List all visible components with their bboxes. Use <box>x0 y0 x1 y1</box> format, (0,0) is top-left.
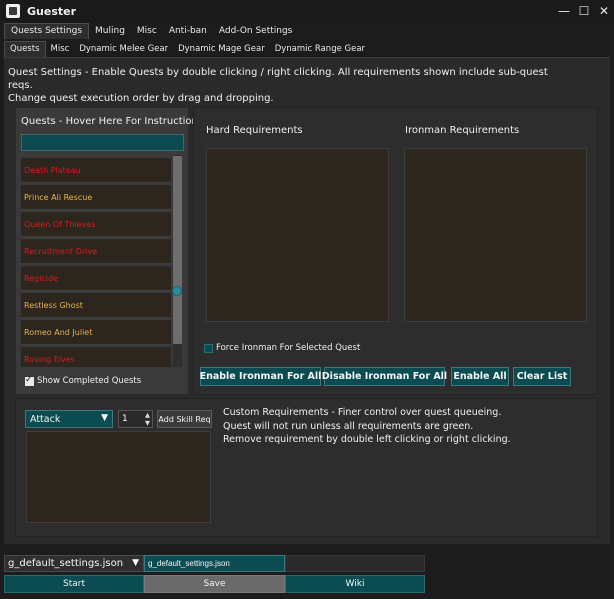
quest-name: Romeo And Juliet <box>24 327 93 337</box>
level-stepper[interactable]: 1 ▲ ▼ <box>118 410 153 428</box>
subtab-misc[interactable]: Misc <box>46 42 75 57</box>
level-value: 1 <box>122 414 128 424</box>
start-button[interactable]: Start <box>4 575 144 593</box>
scrollbar-handle-icon[interactable] <box>172 286 182 296</box>
settings-file-value: g_default_settings.json <box>8 558 124 569</box>
settings-spacer <box>285 555 425 572</box>
quest-item-prince-ali-rescue[interactable]: Prince Ali Rescue <box>21 185 171 210</box>
subtab-dynamic-mage-gear[interactable]: Dynamic Mage Gear <box>173 42 270 57</box>
tab-anti-ban[interactable]: Anti-ban <box>163 24 213 39</box>
save-button[interactable]: Save <box>144 575 285 593</box>
hard-requirements-list[interactable] <box>206 148 389 322</box>
wiki-button[interactable]: Wiki <box>285 575 425 593</box>
custom-requirements-description: Custom Requirements - Finer control over… <box>223 407 511 445</box>
tab-muling[interactable]: Muling <box>89 24 131 39</box>
stepper-arrows-icon[interactable]: ▲ ▼ <box>145 411 150 427</box>
quest-name: Recruitment Drive <box>24 246 98 256</box>
force-ironman-label: Force Ironman For Selected Quest <box>216 343 361 353</box>
quest-name: Roving Elves <box>24 354 75 364</box>
minimize-icon[interactable]: — <box>554 0 574 22</box>
tab-add-on-settings[interactable]: Add-On Settings <box>213 24 299 39</box>
disable-ironman-button[interactable]: Disable Ironman For All <box>322 367 447 386</box>
settings-file-dropdown[interactable]: g_default_settings.json ▼ <box>4 555 144 572</box>
subtab-dynamic-melee-gear[interactable]: Dynamic Melee Gear <box>74 42 173 57</box>
main-tab-bar: Quests Settings Muling Misc Anti-ban Add… <box>4 22 298 39</box>
subtab-dynamic-range-gear[interactable]: Dynamic Range Gear <box>270 42 370 57</box>
add-skill-req-button[interactable]: Add Skill Req <box>157 410 212 428</box>
ironman-requirements-label: Ironman Requirements <box>405 125 520 136</box>
quest-item-queen-of-thieves[interactable]: Queen Of Thieves <box>21 212 171 237</box>
ironman-requirements-list[interactable] <box>404 148 587 322</box>
force-ironman-toggle[interactable]: Force Ironman For Selected Quest <box>204 343 360 353</box>
tab-quests-settings[interactable]: Quests Settings <box>4 23 90 39</box>
skill-dropdown[interactable]: Attack ▼ <box>25 410 113 428</box>
subtab-quests[interactable]: Quests <box>4 41 46 57</box>
custom-requirements-list[interactable] <box>26 431 211 523</box>
show-completed-toggle[interactable]: Show Completed Quests <box>25 375 142 386</box>
quest-item-roving-elves[interactable]: Roving Elves <box>21 347 171 367</box>
quest-settings-description: Quest Settings - Enable Quests by double… <box>8 67 548 104</box>
quest-name: Prince Ali Rescue <box>24 192 93 202</box>
maximize-icon[interactable]: ☐ <box>574 0 594 22</box>
show-completed-label: Show Completed Quests <box>37 376 142 386</box>
chevron-down-icon: ▼ <box>101 413 108 423</box>
show-completed-checkbox[interactable] <box>25 375 34 386</box>
quest-item-regicide[interactable]: Regicide <box>21 266 171 291</box>
close-icon[interactable]: ✕ <box>594 0 614 22</box>
app-icon <box>6 4 20 18</box>
enable-all-button[interactable]: Enable All <box>451 367 509 386</box>
sub-tab-bar: Quests Misc Dynamic Melee Gear Dynamic M… <box>4 40 370 57</box>
quest-list[interactable]: Death Plateau Prince Ali Rescue Queen Of… <box>21 155 171 367</box>
title-bar: Guester — ☐ ✕ <box>0 0 614 22</box>
window-title: Guester <box>27 4 77 18</box>
quest-item-death-plateau[interactable]: Death Plateau <box>21 158 171 183</box>
clear-list-button[interactable]: Clear List <box>513 367 571 386</box>
settings-file-input[interactable] <box>144 555 285 572</box>
scrollbar-thumb[interactable] <box>173 156 182 344</box>
quest-item-restless-ghost[interactable]: Restless Ghost <box>21 293 171 318</box>
skill-dropdown-value: Attack <box>30 413 61 425</box>
quest-name: Death Plateau <box>24 165 81 175</box>
quest-item-romeo-and-juliet[interactable]: Romeo And Juliet <box>21 320 171 345</box>
quest-name: Restless Ghost <box>24 300 83 310</box>
quest-name: Regicide <box>24 273 59 283</box>
chevron-down-icon: ▼ <box>132 558 139 568</box>
quests-header[interactable]: Quests - Hover Here For Instructions <box>21 116 203 127</box>
force-ironman-checkbox[interactable] <box>204 343 213 353</box>
quest-name: Queen Of Thieves <box>24 219 96 229</box>
quest-item-recruitment-drive[interactable]: Recruitment Drive <box>21 239 171 264</box>
tab-misc[interactable]: Misc <box>131 24 163 39</box>
enable-ironman-button[interactable]: Enable Ironman For All <box>200 367 321 386</box>
quest-search-input[interactable] <box>21 134 184 151</box>
hard-requirements-label: Hard Requirements <box>206 125 303 136</box>
